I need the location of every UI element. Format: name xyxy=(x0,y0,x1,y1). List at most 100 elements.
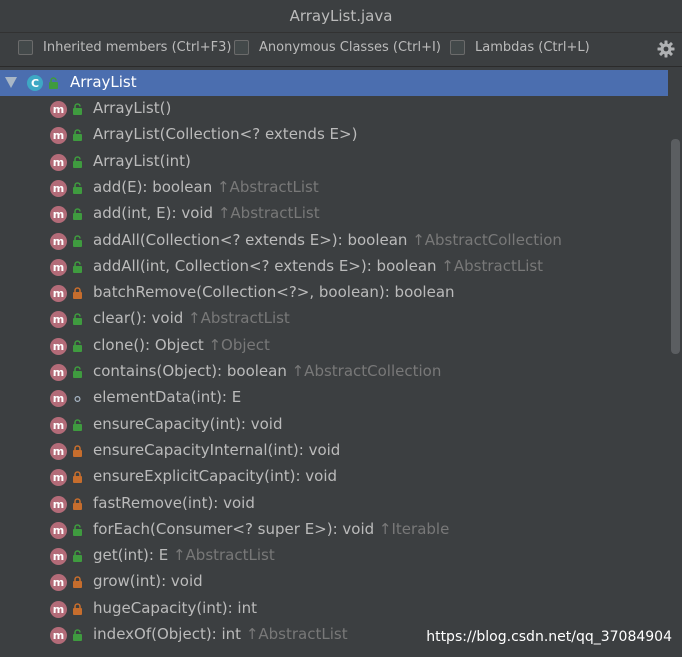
inherited-from-label: ↑AbstractList xyxy=(212,177,319,196)
method-signature: addAll(Collection<? extends E>): boolean… xyxy=(93,231,562,249)
signature-text: batchRemove(Collection<?>, boolean): boo… xyxy=(93,283,455,302)
public-lock-icon xyxy=(73,155,82,168)
inherited-from-label: ↑AbstractCollection xyxy=(286,362,442,380)
public-lock-icon xyxy=(73,182,82,194)
method-signature: forEach(Consumer<? super E>): void ↑Iter… xyxy=(93,520,449,538)
method-icon: m xyxy=(50,311,67,329)
method-icon: m xyxy=(50,390,67,408)
public-lock-icon xyxy=(73,550,82,563)
package-private-icon xyxy=(74,396,81,403)
tree-item-method[interactable]: m forEach(Consumer<? super E>): void ↑Ite… xyxy=(0,517,668,543)
lambdas-checkbox[interactable]: Lambdas (Ctrl+L) xyxy=(450,40,590,55)
public-lock-icon xyxy=(73,418,82,431)
method-icon: m xyxy=(50,285,67,303)
method-icon: m xyxy=(50,258,67,276)
signature-text: ensureExplicitCapacity(int): void xyxy=(93,467,338,486)
lambdas-label: Lambdas (Ctrl+L) xyxy=(475,40,590,55)
method-icon: m xyxy=(50,442,67,460)
tree-item-method[interactable]: m batchRemove(Collection<?>, boolean): bo… xyxy=(0,280,668,306)
collapse-arrow-icon[interactable] xyxy=(5,77,17,88)
method-icon: m xyxy=(50,364,67,381)
inherited-members-checkbox[interactable]: Inherited members (Ctrl+F3) xyxy=(18,40,232,55)
signature-text: ArrayList() xyxy=(93,99,172,117)
signature-text: grow(int): void xyxy=(93,572,203,591)
tree-item-method[interactable]: m addAll(int, Collection<? extends E>): b… xyxy=(0,254,668,280)
signature-text: add(int, E): void xyxy=(93,204,214,223)
private-lock-icon xyxy=(73,445,82,457)
method-signature: fastRemove(int): void xyxy=(93,494,255,512)
method-signature: ensureCapacity(int): void xyxy=(93,415,283,433)
inherited-members-label: Inherited members (Ctrl+F3) xyxy=(43,40,232,55)
anonymous-classes-checkbox[interactable]: Anonymous Classes (Ctrl+I) xyxy=(234,40,441,55)
inherited-from-label: ↑Iterable xyxy=(374,519,450,538)
method-signature: grow(int): void xyxy=(93,572,203,590)
tree-item-method[interactable]: m ensureCapacity(int): void xyxy=(0,412,668,438)
signature-text: addAll(Collection<? extends E>): boolean xyxy=(93,230,408,249)
method-icon: m xyxy=(50,600,67,618)
tree-item-method[interactable]: m elementData(int): E xyxy=(0,385,668,411)
tree-item-method[interactable]: m addAll(Collection<? extends E>): boolea… xyxy=(0,228,668,254)
vertical-scrollbar[interactable] xyxy=(671,139,680,354)
tree-item-method[interactable]: m add(int, E): void ↑AbstractList xyxy=(0,201,668,227)
method-icon: m xyxy=(50,337,67,355)
method-icon: m xyxy=(50,153,67,171)
method-signature: ArrayList(int) xyxy=(93,152,191,170)
method-icon: m xyxy=(50,469,67,487)
inherited-from-label: ↑AbstractList xyxy=(213,204,320,223)
filter-toolbar: Inherited members (Ctrl+F3) Anonymous Cl… xyxy=(0,33,682,67)
method-signature: get(int): E ↑AbstractList xyxy=(93,546,275,564)
tree-item-method[interactable]: m ArrayList() xyxy=(0,96,668,122)
method-icon: m xyxy=(50,179,67,197)
method-icon: m xyxy=(50,127,67,145)
anonymous-classes-label: Anonymous Classes (Ctrl+I) xyxy=(259,40,441,55)
tree-item-method[interactable]: m contains(Object): boolean ↑AbstractColl… xyxy=(0,359,668,385)
gear-icon[interactable] xyxy=(656,39,676,59)
checkbox-box[interactable] xyxy=(234,40,249,55)
tree-item-method[interactable]: m ArrayList(int) xyxy=(0,149,668,175)
signature-text: indexOf(Object): int xyxy=(93,625,242,643)
signature-text: elementData(int): E xyxy=(93,388,242,407)
window-title: ArrayList.java xyxy=(0,0,682,33)
tree-item-method[interactable]: m clear(): void ↑AbstractList xyxy=(0,306,668,332)
signature-text: ArrayList(Collection<? extends E>) xyxy=(93,125,358,144)
checkbox-box[interactable] xyxy=(450,40,465,55)
tree-root-arraylist[interactable]: C ArrayList xyxy=(0,70,668,96)
public-lock-icon xyxy=(73,524,82,536)
tree-item-method[interactable]: m grow(int): void xyxy=(0,569,668,595)
public-lock-icon xyxy=(73,629,82,641)
signature-text: add(E): boolean xyxy=(93,177,213,196)
signature-text: addAll(int, Collection<? extends E>): bo… xyxy=(93,256,437,275)
private-lock-icon xyxy=(73,471,82,484)
method-signature: clone(): Object ↑Object xyxy=(93,336,270,354)
inherited-from-label: ↑AbstractCollection xyxy=(407,230,562,249)
tree-item-method[interactable]: m get(int): E ↑AbstractList xyxy=(0,543,668,569)
private-lock-icon xyxy=(73,497,82,510)
method-icon: m xyxy=(50,101,67,118)
signature-text: get(int): E xyxy=(93,546,169,565)
inherited-from-label: ↑AbstractList xyxy=(241,625,348,643)
signature-text: ArrayList(int) xyxy=(93,151,191,170)
tree-item-method[interactable]: m ensureExplicitCapacity(int): void xyxy=(0,464,668,490)
tree-item-method[interactable]: m ensureCapacityInternal(int): void xyxy=(0,438,668,464)
tree-item-method[interactable]: m add(E): boolean ↑AbstractList xyxy=(0,175,668,201)
method-signature: ensureCapacityInternal(int): void xyxy=(93,441,340,459)
method-signature: batchRemove(Collection<?>, boolean): boo… xyxy=(93,283,455,301)
tree-item-method[interactable]: m ArrayList(Collection<? extends E>) xyxy=(0,122,668,148)
method-signature: indexOf(Object): int ↑AbstractList xyxy=(93,625,348,643)
method-icon: m xyxy=(50,206,67,224)
tree-item-method[interactable]: m fastRemove(int): void xyxy=(0,491,668,517)
private-lock-icon xyxy=(73,576,82,589)
structure-tree[interactable]: C ArrayList m ArrayList() m ArrayList(Colle… xyxy=(0,67,682,657)
method-signature: ArrayList(Collection<? extends E>) xyxy=(93,125,357,143)
public-lock-icon xyxy=(73,339,82,352)
inherited-from-label: ↑AbstractList xyxy=(183,309,290,328)
checkbox-box[interactable] xyxy=(18,40,33,55)
signature-text: contains(Object): boolean xyxy=(93,362,287,380)
method-icon: m xyxy=(50,574,67,592)
method-signature: contains(Object): boolean ↑AbstractColle… xyxy=(93,362,441,380)
inherited-from-label: ↑AbstractList xyxy=(436,256,544,275)
public-lock-icon xyxy=(73,234,82,247)
method-signature: hugeCapacity(int): int xyxy=(93,599,257,617)
tree-item-method[interactable]: m hugeCapacity(int): int xyxy=(0,596,668,622)
tree-item-method[interactable]: m clone(): Object ↑Object xyxy=(0,333,668,359)
